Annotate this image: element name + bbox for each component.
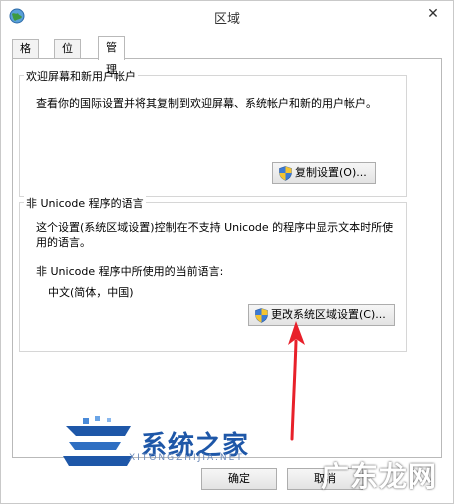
tab-panel: 欢迎屏幕和新用户帐户 查看你的国际设置并将其复制到欢迎屏幕、系统帐户和新的用户帐… bbox=[12, 58, 442, 458]
close-icon: ✕ bbox=[427, 6, 439, 22]
group-description-line1: 这个设置(系统区域设置)控制在不支持 Unicode 的程序中显示文本时所使 bbox=[36, 221, 394, 234]
title-bar[interactable]: 区域 ✕ bbox=[1, 1, 453, 31]
welcome-screen-group: 欢迎屏幕和新用户帐户 查看你的国际设置并将其复制到欢迎屏幕、系统帐户和新的用户帐… bbox=[19, 68, 407, 197]
close-button[interactable]: ✕ bbox=[419, 4, 447, 24]
group-title: 欢迎屏幕和新用户帐户 bbox=[24, 68, 138, 84]
window-title: 区域 bbox=[213, 12, 240, 27]
copy-settings-label: 复制设置(O)... bbox=[295, 166, 367, 179]
uac-shield-icon bbox=[255, 308, 268, 323]
red-arrow-annotation bbox=[288, 321, 305, 441]
ok-button[interactable]: 确定 bbox=[201, 468, 277, 490]
watermark-right-text: 广东龙网 bbox=[321, 460, 438, 493]
tab-location[interactable]: 位置 bbox=[54, 39, 81, 73]
watermark-left-subtext: XITONGZHIJIA.NET bbox=[129, 453, 244, 463]
tab-format[interactable]: 格式 bbox=[12, 39, 39, 73]
non-unicode-group: 非 Unicode 程序的语言 这个设置(系统区域设置)控制在不支持 Unico… bbox=[19, 195, 407, 352]
group-description-line2: 用的语言。 bbox=[36, 236, 91, 249]
uac-shield-icon bbox=[279, 166, 292, 181]
group-title: 非 Unicode 程序的语言 bbox=[24, 195, 146, 211]
current-language-label: 非 Unicode 程序中所使用的当前语言: bbox=[36, 265, 224, 278]
current-language-value: 中文(简体，中国) bbox=[48, 286, 134, 299]
group-description: 查看你的国际设置并将其复制到欢迎屏幕、系统帐户和新的用户帐户。 bbox=[36, 97, 377, 110]
copy-settings-button[interactable]: 复制设置(O)... bbox=[272, 162, 376, 184]
region-dialog: 区域 ✕ 格式 位置 管理 欢迎屏幕和新用户帐户 查看你的国际设置并将其复制到欢… bbox=[0, 0, 454, 504]
tab-administrative[interactable]: 管理 bbox=[98, 36, 125, 76]
change-system-locale-button[interactable]: 更改系统区域设置(C)... bbox=[248, 304, 395, 326]
